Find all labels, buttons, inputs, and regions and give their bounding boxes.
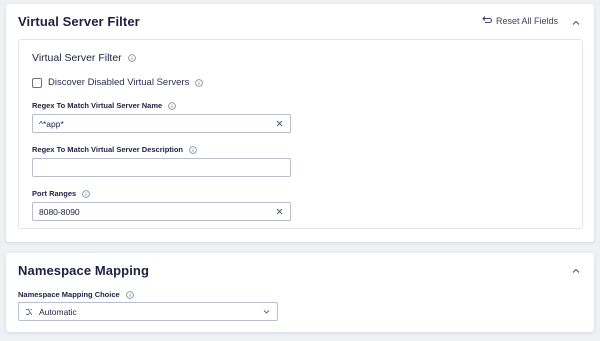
description-regex-label-text: Regex To Match Virtual Server Descriptio… — [32, 145, 184, 154]
reset-label: Reset All Fields — [495, 16, 558, 26]
discover-disabled-label: Discover Disabled Virtual Servers — [48, 77, 190, 88]
port-ranges-input[interactable]: 8080-8090 — [32, 202, 291, 221]
description-regex-input[interactable] — [32, 158, 291, 177]
panel-title: Namespace Mapping — [18, 263, 150, 278]
description-regex-label: Regex To Match Virtual Server Descriptio… — [32, 145, 197, 154]
info-icon[interactable] — [82, 189, 90, 198]
route-icon — [25, 308, 33, 316]
chevron-up-icon — [570, 264, 582, 281]
info-icon[interactable] — [168, 101, 177, 110]
namespace-choice-select[interactable]: Automatic — [18, 302, 278, 321]
namespace-choice-label-text: Namespace Mapping Choice — [18, 290, 120, 299]
panel-title: Virtual Server Filter — [18, 14, 140, 29]
collapse-button[interactable] — [570, 16, 582, 28]
virtual-server-filter-panel: Virtual Server Filter Reset All Fields V… — [6, 4, 594, 242]
namespace-choice-label: Namespace Mapping Choice — [18, 290, 134, 299]
chevron-up-icon — [570, 16, 582, 33]
info-icon[interactable] — [125, 290, 134, 299]
section-title-text: Virtual Server Filter — [32, 52, 122, 64]
name-regex-label: Regex To Match Virtual Server Name — [32, 101, 177, 110]
name-regex-value: ^*app* — [39, 118, 64, 129]
info-icon[interactable] — [127, 54, 136, 62]
close-icon[interactable] — [276, 120, 283, 127]
filter-card: Virtual Server Filter Discover Disabled … — [18, 39, 583, 229]
info-icon[interactable] — [189, 145, 197, 154]
discover-disabled-row: Discover Disabled Virtual Servers — [32, 77, 204, 88]
collapse-button[interactable] — [570, 264, 582, 276]
namespace-choice-value: Automatic — [39, 306, 77, 317]
name-regex-label-text: Regex To Match Virtual Server Name — [32, 101, 163, 110]
close-icon[interactable] — [276, 208, 283, 215]
section-title: Virtual Server Filter — [32, 52, 136, 64]
name-regex-input[interactable]: ^*app* — [32, 114, 291, 133]
chevron-down-icon — [263, 308, 270, 315]
reset-all-fields-button[interactable]: Reset All Fields — [482, 15, 558, 27]
port-ranges-value: 8080-8090 — [39, 206, 80, 217]
port-ranges-label-text: Port Ranges — [32, 189, 77, 198]
reset-icon — [482, 15, 492, 27]
info-icon[interactable] — [195, 78, 204, 87]
port-ranges-label: Port Ranges — [32, 189, 90, 198]
namespace-mapping-panel: Namespace Mapping Namespace Mapping Choi… — [6, 253, 594, 332]
discover-disabled-checkbox[interactable] — [32, 77, 42, 88]
